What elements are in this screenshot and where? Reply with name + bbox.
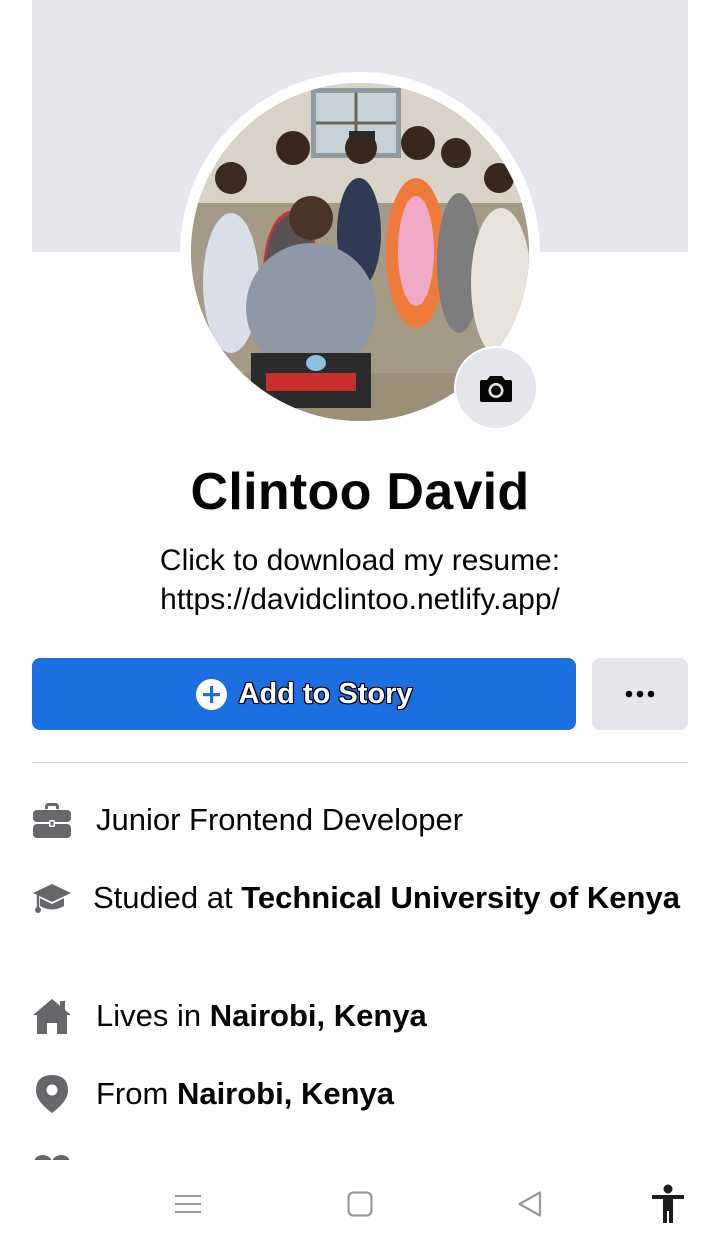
bio-link[interactable]: https://davidclintoo.netlify.app/ xyxy=(60,580,660,619)
detail-from[interactable]: From Nairobi, Kenya xyxy=(32,1074,688,1114)
profile-name: Clintoo David xyxy=(190,463,530,521)
from-text: From Nairobi, Kenya xyxy=(96,1074,688,1114)
more-dots-icon xyxy=(625,690,655,698)
education-text: Studied at Technical University of Kenya xyxy=(93,878,688,918)
from-place-link[interactable]: Nairobi, Kenya xyxy=(177,1076,394,1111)
profile-bio: Click to download my resume: https://dav… xyxy=(60,541,660,619)
change-photo-button[interactable] xyxy=(454,346,538,430)
add-to-story-button[interactable]: Add to Story xyxy=(32,658,576,730)
nav-home-button[interactable] xyxy=(336,1180,384,1228)
bio-line-1: Click to download my resume: xyxy=(159,544,561,577)
graduation-cap-icon xyxy=(32,878,72,918)
lives-prefix: Lives in xyxy=(96,998,210,1033)
camera-icon xyxy=(480,376,512,402)
plus-circle-icon xyxy=(195,678,227,710)
section-divider xyxy=(32,762,688,763)
education-place-link[interactable]: Technical University of Kenya xyxy=(241,880,680,915)
heart-icon xyxy=(32,1152,72,1160)
nav-menu-button[interactable] xyxy=(164,1180,212,1228)
lives-place-link[interactable]: Nairobi, Kenya xyxy=(210,998,427,1033)
system-navigation-bar xyxy=(0,1160,720,1246)
menu-icon xyxy=(175,1195,201,1213)
nav-back-button[interactable] xyxy=(506,1180,554,1228)
location-pin-icon xyxy=(32,1074,72,1114)
detail-work[interactable]: Junior Frontend Developer xyxy=(32,800,688,840)
square-home-icon xyxy=(347,1191,373,1217)
nav-accessibility-button[interactable] xyxy=(644,1180,692,1228)
work-text: Junior Frontend Developer xyxy=(96,802,464,837)
add-to-story-label: Add to Story xyxy=(238,677,413,710)
from-prefix: From xyxy=(96,1076,177,1111)
accessibility-icon xyxy=(652,1184,684,1223)
briefcase-icon xyxy=(32,800,72,840)
home-icon xyxy=(32,996,72,1036)
lives-in-text: Lives in Nairobi, Kenya xyxy=(96,996,688,1036)
detail-education[interactable]: Studied at Technical University of Kenya xyxy=(32,878,688,918)
education-prefix: Studied at xyxy=(93,880,242,915)
back-triangle-icon xyxy=(518,1191,542,1217)
more-options-button[interactable] xyxy=(592,658,688,730)
detail-lives-in[interactable]: Lives in Nairobi, Kenya xyxy=(32,996,688,1036)
